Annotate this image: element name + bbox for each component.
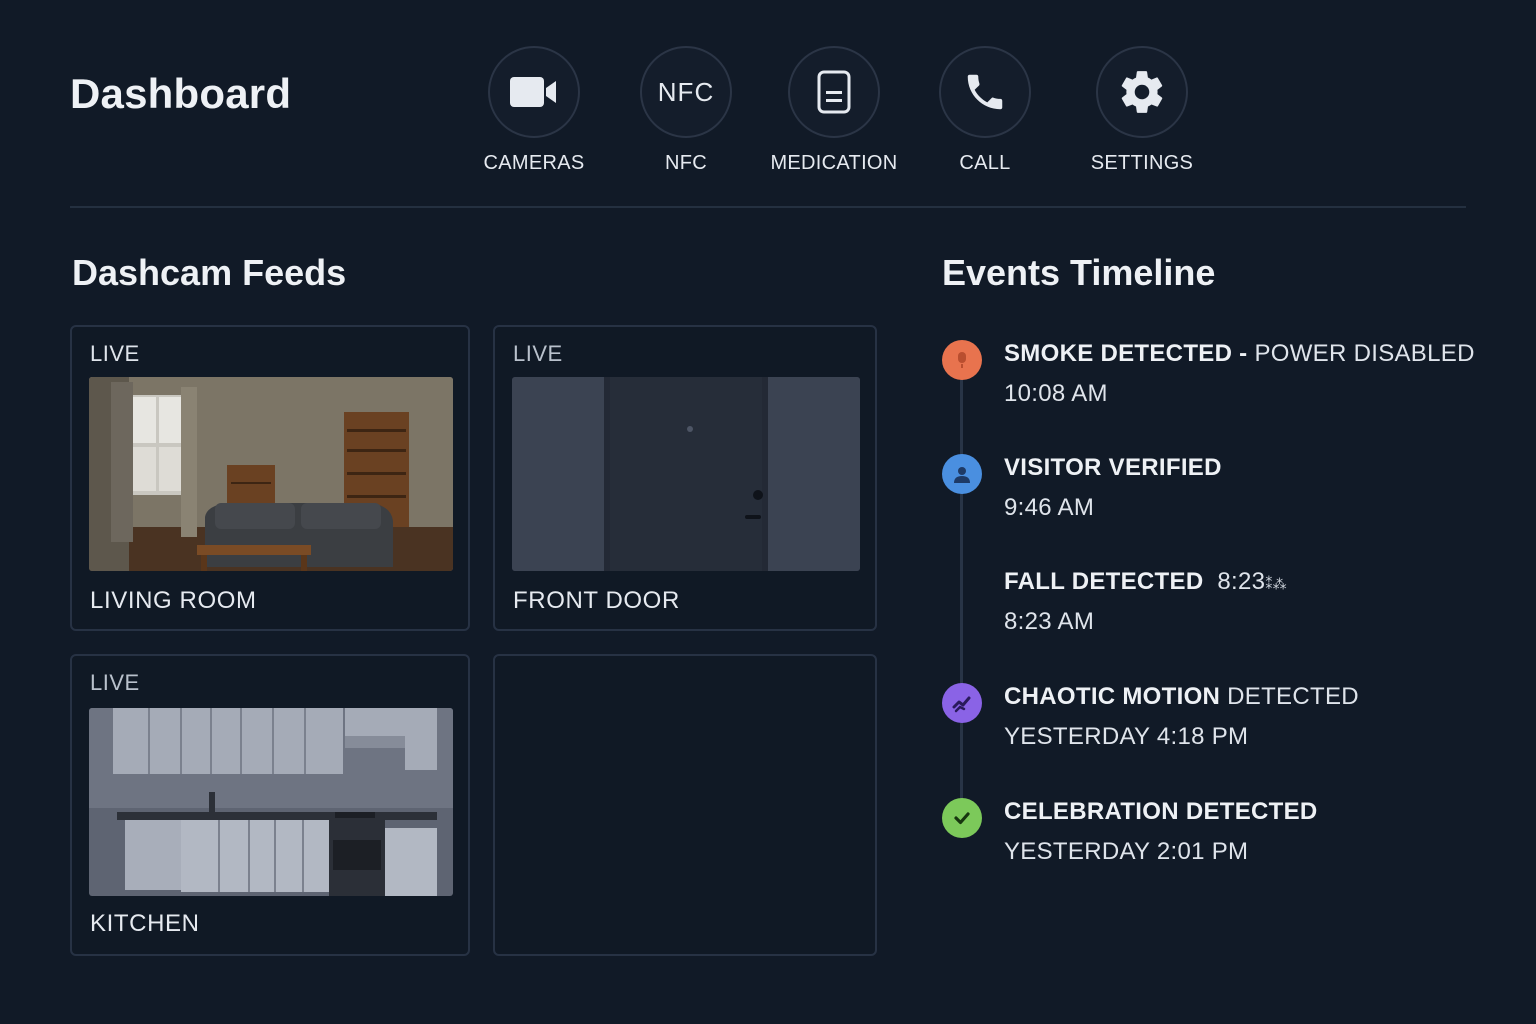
event-title: VISITOR VERIFIED [1004,454,1222,482]
feed-card-front-door[interactable]: LIVE FRONT DOOR [493,325,877,631]
timeline-title: Events Timeline [942,252,1216,293]
event-time: 10:08 AM [1004,380,1108,407]
feed-name-living-room: LIVING ROOM [90,587,257,614]
nav-nfc-button[interactable]: NFC NFC [616,46,756,175]
event-title-main: CHAOTIC MOTION [1004,683,1221,710]
gear-icon [1121,71,1163,113]
check-icon [942,798,982,838]
nav-label-call: CALL [959,152,1011,174]
event-title-detail: POWER DISABLED [1254,340,1475,367]
live-tag: LIVE [513,341,563,366]
nfc-circle: NFC [640,46,732,138]
nav-label-settings: SETTINGS [1090,152,1194,174]
settings-circle [1096,46,1188,138]
nav-medication-button[interactable]: MEDICATION [764,46,904,175]
event-title-detail: DETECTED [1220,683,1359,710]
feed-card-living-room[interactable]: LIVE LIVING ROOM [70,325,470,631]
nav-label-cameras: CAMERAS [483,152,585,174]
event-title: CHAOTIC MOTION DETECTED [1004,683,1359,711]
medication-icon [817,70,851,114]
nav-settings-button[interactable]: SETTINGS [1072,46,1212,175]
video-camera-icon [510,77,556,107]
event-title: CELEBRATION DETECTED [1004,798,1318,826]
event-title-main: SMOKE DETECTED - [1004,340,1255,367]
nav-cameras-button[interactable]: CAMERAS [464,46,604,175]
event-title: SMOKE DETECTED - POWER DISABLED [1004,340,1475,368]
timeline-line [960,372,963,820]
event-title-glyphs: ⁑⁂ [1265,576,1287,592]
feed-card-empty[interactable] [493,654,877,956]
live-tag: LIVE [90,670,140,695]
event-title: FALL DETECTED 8:23⁑⁂ [1004,568,1287,596]
medication-circle [788,46,880,138]
cameras-circle [488,46,580,138]
feed-name-kitchen: KITCHEN [90,910,200,937]
event-title-main: CELEBRATION DETECTED [1004,798,1318,825]
person-icon [942,454,982,494]
event-title-detail: 8:23 [1217,568,1266,595]
kitchen-feed-image [89,708,453,896]
event-time: YESTERDAY 4:18 PM [1004,723,1249,750]
feed-name-front-door: FRONT DOOR [513,587,680,614]
event-time: YESTERDAY 2:01 PM [1004,838,1249,865]
event-title-main: VISITOR VERIFIED [1004,454,1222,481]
nav-label-medication: MEDICATION [770,152,898,174]
feed-card-kitchen[interactable]: LIVE KITCHEN [70,654,470,956]
alert-icon [942,340,982,380]
phone-icon [967,74,1003,110]
feeds-title: Dashcam Feeds [72,252,347,293]
front-door-feed-image [512,377,860,571]
living-room-feed-image [89,377,453,571]
event-time: 9:46 AM [1004,494,1095,521]
nav-call-button[interactable]: CALL [915,46,1055,175]
nav-label-nfc: NFC [664,152,707,174]
event-time: 8:23 AM [1004,608,1095,635]
motion-icon [942,683,982,723]
nfc-icon: NFC [657,76,715,107]
header-divider [70,206,1466,208]
top-nav: CAMERAS NFC NFC MEDICATION CALL SETTINGS [0,46,1536,186]
event-title-main: FALL DETECTED [1004,568,1204,595]
live-tag: LIVE [90,341,140,366]
call-circle [939,46,1031,138]
